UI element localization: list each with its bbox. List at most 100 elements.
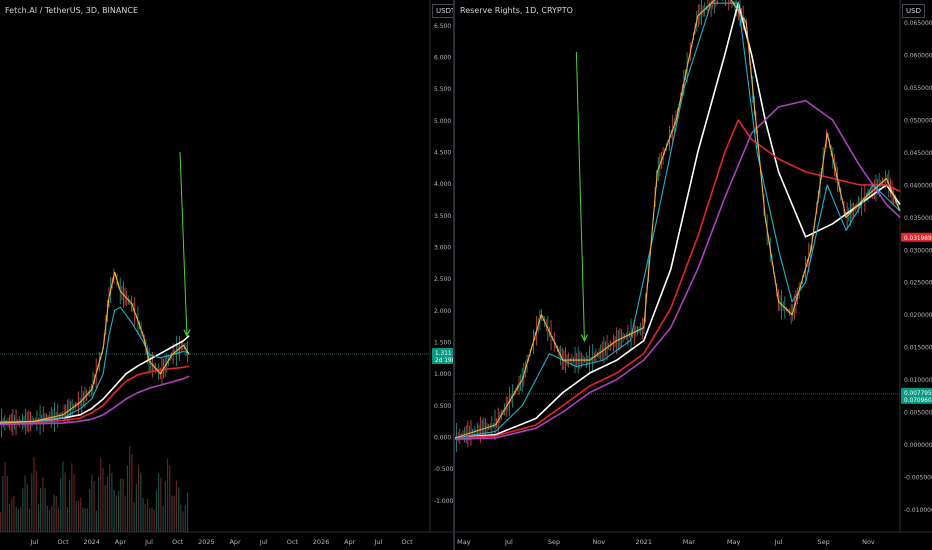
volume-bar <box>175 480 178 532</box>
volume-bar <box>144 503 146 532</box>
volume-bar <box>135 484 137 532</box>
volume-bar <box>142 498 144 532</box>
volume-bar <box>46 505 48 532</box>
volume-bar <box>26 484 28 532</box>
moving-average-line-white <box>455 2 901 439</box>
annotation-arrow-icon[interactable] <box>575 51 585 341</box>
reserve-rights-chart-pane[interactable]: 0.0650000 0.0600000 0.0550000 0.0500000 0.04… <box>455 0 932 550</box>
price-badge-text: 0.0709602 <box>904 398 932 404</box>
x-tick-label: May <box>727 538 741 546</box>
reserve-rights-chart[interactable]: 0.0650000 0.0600000 0.0550000 0.0500000 0.04… <box>455 0 932 550</box>
y-tick-label: 2.500 <box>434 276 451 283</box>
x-tick-label: Oct <box>57 538 69 546</box>
y-tick-label: 1.500 <box>434 340 451 347</box>
volume-bar <box>80 497 82 532</box>
x-tick-label: Jul <box>144 538 153 546</box>
volume-bar <box>91 474 93 532</box>
volume-bar <box>180 504 182 532</box>
volume-bar <box>162 506 164 532</box>
volume-bar <box>73 474 75 532</box>
volume-bar <box>60 477 62 532</box>
current-price-badge: 1.3112d 19h <box>432 347 453 364</box>
y-tick-label: -0.0050000 <box>904 474 932 481</box>
x-tick-label: 2026 <box>313 538 330 546</box>
x-tick-label: Apr <box>229 538 241 546</box>
volume-bar <box>131 454 133 532</box>
volume-bar <box>28 508 31 532</box>
fetch-ai-chart[interactable]: 6.500 6.000 5.500 5.000 4.500 4.000 3.500 3.000… <box>0 0 453 550</box>
y-tick-label: 3.000 <box>434 245 451 252</box>
volume-bar <box>0 512 2 532</box>
volume-bar <box>77 501 80 532</box>
y-tick-label: 0.0050000 <box>904 409 932 416</box>
volume-bar <box>71 463 73 532</box>
x-tick-label: May <box>457 538 471 546</box>
x-tick-label: Oct <box>172 538 184 546</box>
moving-average-line-purple <box>455 99 901 440</box>
volume-bar <box>4 462 6 532</box>
volume-bar <box>31 473 33 532</box>
y-tick-label: 0.0400000 <box>904 182 932 189</box>
volume-bar <box>22 488 24 532</box>
volume-bar <box>124 495 126 532</box>
volume-bar <box>40 488 42 532</box>
x-tick-label: Nov <box>592 538 605 546</box>
volume-bar <box>82 507 84 532</box>
x-tick-label: Apr <box>115 538 127 546</box>
x-tick-label: Apr <box>344 538 356 546</box>
volume-bar <box>102 467 104 532</box>
volume-bar <box>55 496 57 532</box>
y-tick-label: 0.0150000 <box>904 345 932 352</box>
y-tick-label: 3.500 <box>434 213 451 220</box>
y-tick-label: 2.000 <box>434 308 451 315</box>
y-tick-label: 0.0600000 <box>904 53 932 60</box>
price-axis[interactable] <box>900 0 932 532</box>
volume-bar <box>109 463 111 532</box>
price-badge-text: 0.0077952 <box>904 391 932 397</box>
volume-bar <box>86 508 89 532</box>
volume-bar <box>84 508 86 532</box>
volume-bar <box>57 507 60 532</box>
y-tick-label: 0.500 <box>434 403 451 410</box>
y-tick-label: -0.500 <box>434 466 453 473</box>
y-tick-label: 0.0650000 <box>904 20 932 27</box>
volume-bar <box>24 475 26 532</box>
fetch-ai-chart-title: Fetch.AI / TetherUS, 3D, BINANCE <box>5 6 138 15</box>
volume-bar <box>138 464 140 532</box>
y-tick-label: 0.0100000 <box>904 377 932 384</box>
y-tick-label: 1.000 <box>434 371 451 378</box>
reserve-rights-currency-label[interactable]: USD <box>902 4 925 18</box>
volume-bar <box>160 477 162 532</box>
volume-bar <box>17 509 20 532</box>
volume-bar <box>117 490 120 532</box>
y-tick-label: -1.000 <box>434 498 453 505</box>
volume-bar <box>100 457 102 532</box>
x-tick-label: Jul <box>373 538 382 546</box>
volume-bar <box>44 487 46 532</box>
volume-bar <box>129 446 131 532</box>
price-axis[interactable] <box>430 0 453 532</box>
volume-bar <box>48 510 51 532</box>
volume-bar <box>42 476 44 532</box>
y-tick-label: 4.500 <box>434 150 451 157</box>
volume-bar <box>111 472 113 532</box>
volume-bar <box>186 492 189 532</box>
current-price-badge: 0.00779520.0709602 <box>901 387 932 404</box>
volume-bar <box>66 506 68 532</box>
y-tick-label: 0.0300000 <box>904 247 932 254</box>
volume-bar <box>97 477 100 532</box>
volume-bar <box>126 465 129 532</box>
volume-bar <box>166 458 169 532</box>
annotation-arrow-icon[interactable] <box>179 151 188 336</box>
volume-bar <box>106 476 109 532</box>
volume-bar <box>2 476 4 532</box>
moving-average-line-orange <box>0 271 190 424</box>
moving-average-line-red <box>455 119 901 439</box>
x-tick-label: Oct <box>401 538 413 546</box>
volume-bar <box>184 505 186 532</box>
volume-bar <box>8 503 11 532</box>
fetch-ai-chart-pane[interactable]: 6.500 6.000 5.500 5.000 4.500 4.000 3.500 3.000… <box>0 0 460 550</box>
price-badge-text: 0.0319891 <box>904 236 932 242</box>
y-tick-label: 0.000 <box>434 435 451 442</box>
volume-bar <box>149 508 151 532</box>
